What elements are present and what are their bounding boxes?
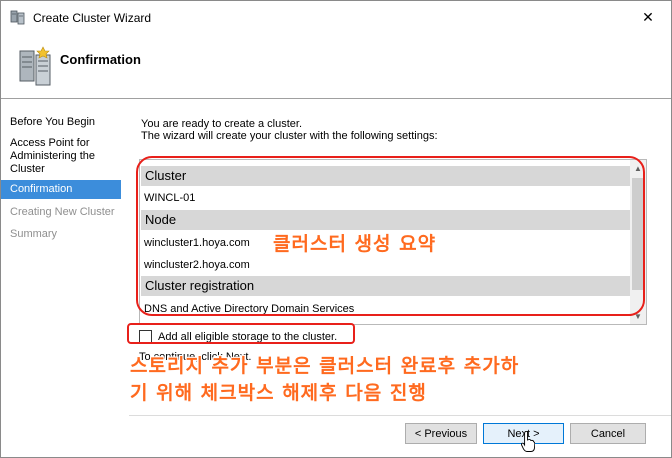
nav-step-creating-new-cluster: Creating New Cluster: [10, 206, 115, 218]
wizard-header: Confirmation: [1, 33, 671, 99]
page-title: Confirmation: [60, 52, 141, 67]
annotation-checkbox-note-line2: 기 위해 체크박스 해제후 다음 진행: [130, 382, 427, 404]
nav-step-before-you-begin[interactable]: Before You Begin: [1, 116, 121, 129]
title-bar[interactable]: Create Cluster Wizard ✕: [1, 1, 671, 33]
annotation-checkbox-note: 스토리지 추가 부분은 클러스터 완료후 추가하 기 위해 체크박스 해제후 다…: [130, 353, 519, 407]
annotation-checkbox-note-line1: 스토리지 추가 부분은 클러스터 완료후 추가하: [130, 355, 520, 377]
nav-step-access-point[interactable]: Access Point for Administering the Clust…: [1, 137, 113, 176]
intro-text: You are ready to create a cluster.: [141, 118, 303, 130]
nav-step-confirmation[interactable]: Confirmation: [1, 180, 121, 199]
annotation-outline-checkbox: [127, 323, 355, 344]
previous-button[interactable]: < Previous: [405, 423, 477, 444]
close-button[interactable]: ✕: [625, 1, 671, 33]
cluster-app-icon: [10, 10, 25, 25]
nav-step-summary: Summary: [10, 228, 58, 240]
wizard-steps-nav: Before You Begin Access Point for Admini…: [1, 100, 129, 457]
cancel-button[interactable]: Cancel: [570, 423, 646, 444]
hand-pointer-cursor-icon: [521, 431, 535, 452]
cluster-servers-icon: [19, 46, 51, 86]
intro-text-detail: The wizard will create your cluster with…: [141, 130, 438, 142]
window-title: Create Cluster Wizard: [33, 11, 152, 25]
wizard-window: Create Cluster Wizard ✕ Confirmation Bef…: [0, 0, 672, 458]
close-icon: ✕: [642, 9, 654, 25]
annotation-summary-note: 클러스터 생성 요약: [273, 233, 437, 255]
footer-divider: [129, 415, 671, 416]
